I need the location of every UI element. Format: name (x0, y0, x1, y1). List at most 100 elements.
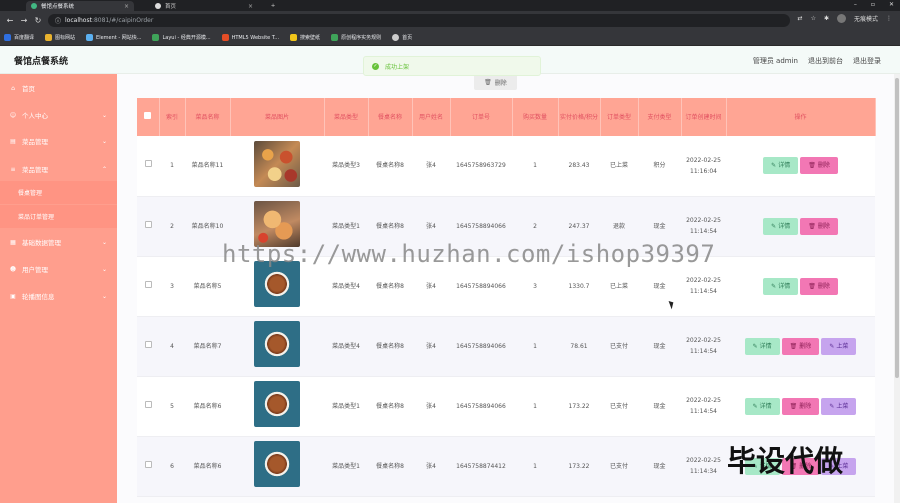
row-checkbox[interactable] (144, 460, 152, 468)
cell-qty: 1 (512, 436, 558, 497)
view-button[interactable]: ✎ 详情 (744, 337, 780, 355)
scrollbar[interactable] (894, 74, 900, 503)
translate-icon[interactable]: ⇄ (798, 15, 803, 22)
close-icon[interactable]: × (124, 3, 129, 10)
cell-idx: 4 (159, 316, 185, 377)
cell-table: 餐桌名称8 (368, 436, 412, 497)
delete-button[interactable]: 🗑 删除 (800, 217, 838, 235)
cell-ptype: 积分 (638, 136, 681, 197)
table-row: 1 菜品名称11 菜品类型3 餐桌名称8 张4 1645758963729 1 283.43 已… (137, 136, 875, 197)
scrollbar-thumb[interactable] (895, 78, 899, 378)
sidebar-subitem-dish-orders[interactable]: 菜品订单管理 (0, 205, 117, 228)
trash-icon: 🗑 (484, 78, 492, 86)
sidebar-item-profile[interactable]: ☺ 个人中心 ⌄ (0, 103, 117, 127)
close-icon[interactable]: × (248, 3, 253, 10)
bookmark-item[interactable]: HTML5 Website T... (221, 34, 279, 41)
view-button[interactable]: ✎ 详情 (763, 277, 799, 295)
row-checkbox[interactable] (144, 340, 152, 348)
delete-button[interactable]: 🗑 删除 (800, 277, 838, 295)
back-icon[interactable]: ← (3, 16, 17, 25)
browser-tab-active[interactable]: 餐馆点餐系统 × (26, 1, 134, 11)
bookmark-icon (45, 34, 53, 41)
edit-icon: ✎ (771, 222, 777, 230)
bookmark-item[interactable]: 图标网站 (45, 34, 75, 41)
sidebar: ⌂ 首页 ☺ 个人中心 ⌄ ▤ 菜品管理 ⌄ ≡ 菜品管理 ⌃ 餐桌管理 菜品订单管理 ▦ 基础… (0, 74, 117, 503)
close-window-icon[interactable]: ✕ (889, 1, 894, 8)
cell-otype: 已支付 (600, 436, 638, 497)
dish-icon: ▤ (10, 137, 16, 145)
row-select-cell (137, 196, 159, 257)
cell-price: 173.22 (558, 376, 600, 437)
up-button[interactable]: ✎ 上菜 (821, 337, 857, 355)
bookmark-item[interactable]: 百度翻译 (4, 34, 34, 41)
sidebar-item-users[interactable]: ☻ 用户管理 ⌄ (0, 257, 117, 281)
sidebar-subitem-tables[interactable]: 餐桌管理 (0, 181, 117, 204)
row-select-cell (137, 436, 159, 497)
view-button[interactable]: ✎ 详情 (763, 217, 799, 235)
view-button[interactable]: ✎ 详情 (763, 157, 799, 175)
globe-icon (155, 3, 161, 9)
row-checkbox[interactable] (144, 220, 152, 228)
cell-order: 1645758963729 (450, 136, 512, 197)
sidebar-item-home[interactable]: ⌂ 首页 (0, 76, 117, 100)
edit-icon: ✎ (752, 342, 758, 350)
avatar[interactable] (836, 14, 846, 23)
cell-user: 张4 (412, 316, 450, 377)
batch-delete-button[interactable]: 🗑 删除 (474, 74, 517, 90)
cell-otype: 已上菜 (600, 136, 638, 197)
column-header: 支付类型 (638, 98, 682, 136)
sidebar-item-dishes[interactable]: ▤ 菜品管理 ⌄ (0, 129, 117, 153)
view-button[interactable]: ✎ 详情 (744, 397, 780, 415)
delete-button[interactable]: 🗑 删除 (781, 397, 820, 415)
cell-order: 1645758894066 (450, 376, 512, 437)
bookmark-item[interactable]: 搜索壁纸 (290, 34, 320, 41)
menu-icon[interactable]: ⋮ (886, 15, 892, 22)
forward-icon[interactable]: → (17, 16, 31, 25)
bookmark-item[interactable]: 原创程序实务规则 (331, 34, 381, 41)
bookmark-item[interactable]: 首页 (392, 34, 412, 41)
edit-icon: ✎ (771, 282, 777, 290)
minimize-icon[interactable]: – (854, 1, 857, 8)
upload-icon: ✎ (829, 402, 835, 410)
edit-icon: ✎ (752, 402, 758, 410)
up-button[interactable]: ✎ 上菜 (821, 397, 857, 415)
sidebar-item-orders[interactable]: ≡ 菜品管理 ⌃ (0, 157, 117, 181)
row-checkbox[interactable] (144, 400, 152, 408)
bookmark-icon (221, 34, 229, 41)
watermark-url: https://www.huzhan.com/ishop39397 (222, 240, 716, 268)
maximize-icon[interactable]: ▫ (871, 1, 875, 8)
star-icon[interactable]: ☆ (811, 15, 816, 22)
row-checkbox[interactable] (144, 160, 152, 168)
cell-idx: 5 (159, 376, 185, 437)
url-input[interactable]: ⓘ localhost:8081/#/caipinOrder (48, 14, 790, 27)
cell-idx: 2 (159, 196, 185, 257)
dish-image (254, 381, 300, 427)
bookmark-icon (4, 34, 11, 41)
vue-icon (31, 3, 37, 9)
row-checkbox[interactable] (144, 280, 152, 288)
table-header-row: 索引 菜品名称 菜品图片 菜品类型 餐桌名称 用户姓名 订单号 购买数量 实付价… (137, 98, 876, 136)
browser-tab[interactable]: 首页 × (150, 1, 258, 11)
bookmark-item[interactable]: Element - 网站快... (86, 34, 141, 41)
sidebar-item-base-data[interactable]: ▦ 基础数据管理 ⌄ (0, 230, 117, 254)
chevron-down-icon: ⌄ (101, 238, 107, 246)
chevron-down-icon: ⌄ (101, 292, 107, 300)
column-header: 餐桌名称 (368, 98, 413, 136)
delete-button[interactable]: 🗑 删除 (800, 157, 838, 175)
sidebar-item-carousel[interactable]: ▣ 轮播图信息 ⌄ (0, 284, 117, 308)
new-tab-button[interactable]: + (266, 1, 280, 11)
toast-text: 成功上架 (385, 63, 410, 71)
select-all-checkbox[interactable] (144, 111, 152, 119)
reload-icon[interactable]: ↻ (31, 16, 45, 25)
delete-button[interactable]: 🗑 删除 (781, 337, 820, 355)
cell-table: 餐桌名称8 (368, 316, 412, 377)
back-to-front-link[interactable]: 退出到前台 (808, 56, 843, 66)
dish-image (254, 140, 300, 187)
bookmark-icon (331, 34, 339, 41)
extensions-icon[interactable]: ✱ (824, 15, 829, 22)
dish-image-cell (230, 136, 324, 197)
window-controls: – ▫ ✕ (854, 1, 894, 8)
cell-otype: 已支付 (600, 376, 638, 437)
logout-link[interactable]: 退出登录 (853, 56, 881, 66)
bookmark-item[interactable]: Layui - 经典开源模... (152, 34, 211, 41)
